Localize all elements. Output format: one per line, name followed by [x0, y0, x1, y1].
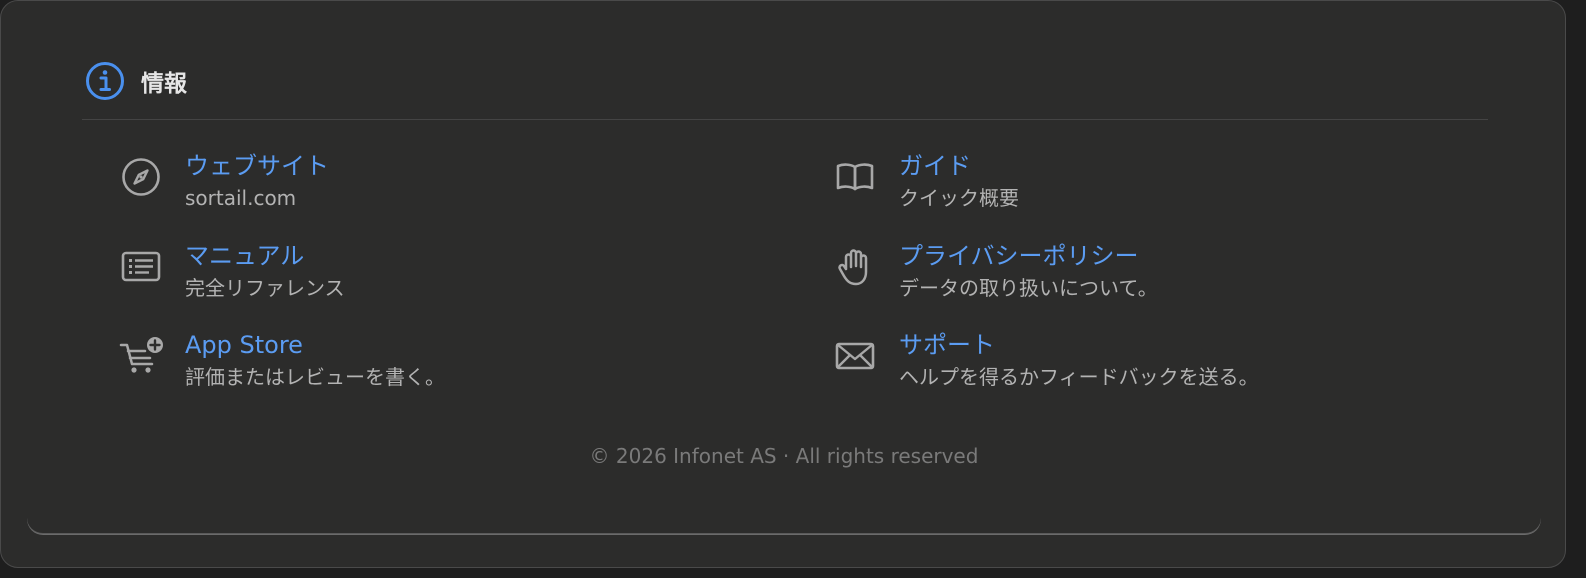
app-store-link[interactable]: App Store 評価またはレビューを書く。: [119, 328, 445, 392]
guide-subtitle: クイック概要: [899, 186, 1019, 210]
info-window: 情報 ウェブサイト sortail.com ガイド クイック概要 マニュアル 完…: [0, 0, 1566, 568]
manual-label[interactable]: マニュアル: [185, 239, 345, 273]
cart-plus-icon: [119, 334, 163, 378]
guide-label[interactable]: ガイド: [899, 149, 1019, 183]
privacy-policy-subtitle: データの取り扱いについて。: [899, 276, 1158, 300]
support-label[interactable]: サポート: [899, 328, 1259, 362]
manual-link[interactable]: マニュアル 完全リファレンス: [119, 239, 345, 303]
privacy-policy-link[interactable]: プライバシーポリシー データの取り扱いについて。: [833, 239, 1158, 303]
guide-link[interactable]: ガイド クイック概要: [833, 149, 1019, 213]
compass-icon: [119, 155, 163, 199]
header-divider: [82, 119, 1488, 120]
manual-subtitle: 完全リファレンス: [185, 276, 345, 300]
window-bottom-edge: [27, 499, 1541, 534]
website-label[interactable]: ウェブサイト: [185, 149, 329, 183]
info-circle-icon: [85, 61, 125, 101]
website-subtitle: sortail.com: [185, 186, 297, 210]
hand-raised-icon: [833, 245, 877, 289]
section-header: 情報: [85, 61, 187, 101]
book-icon: [833, 155, 877, 199]
app-store-label[interactable]: App Store: [185, 328, 445, 362]
copyright-footer: © 2026 Infonet AS · All rights reserved: [589, 444, 979, 468]
support-subtitle: ヘルプを得るかフィードバックを送る。: [899, 365, 1259, 389]
website-link[interactable]: ウェブサイト sortail.com: [119, 149, 329, 213]
support-link[interactable]: サポート ヘルプを得るかフィードバックを送る。: [833, 328, 1259, 392]
manual-document-icon: [119, 245, 163, 289]
section-title: 情報: [141, 71, 187, 97]
app-store-subtitle: 評価またはレビューを書く。: [185, 365, 445, 389]
envelope-icon: [833, 334, 877, 378]
privacy-policy-label[interactable]: プライバシーポリシー: [899, 239, 1158, 273]
